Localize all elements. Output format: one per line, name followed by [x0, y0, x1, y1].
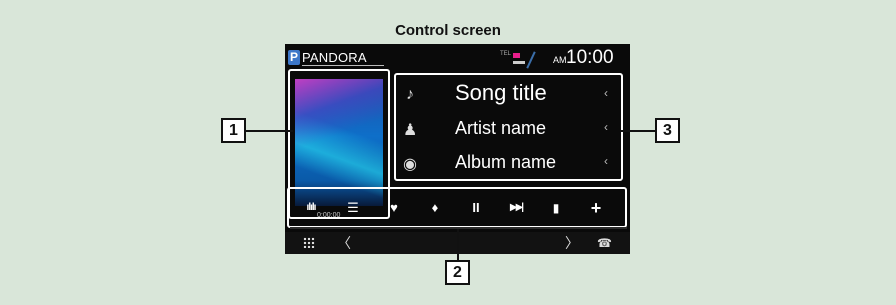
chevron-left-icon: ‹ [604, 86, 608, 100]
artist-name: Artist name [455, 118, 547, 138]
skip-forward-button[interactable]: ▶▶| [496, 195, 536, 221]
pause-button[interactable]: II [456, 195, 496, 221]
control-screen: P PANDORA TEL AM 10:00 0:00:00 ♪ Song ti… [285, 44, 630, 254]
add-button[interactable]: + [576, 195, 616, 221]
list-button[interactable]: ☰ [333, 195, 373, 221]
callout-2: 2 [445, 260, 470, 285]
chevron-right-icon[interactable]: 〉 [565, 233, 579, 253]
source-underline [302, 65, 384, 66]
song-title-row[interactable]: ♪ Song title ‹ [395, 80, 620, 113]
divider-slash [526, 51, 536, 69]
phone-icon[interactable]: ☎ [597, 233, 612, 253]
callout-2-leader [457, 229, 459, 260]
song-title: Song title [455, 80, 547, 105]
chevron-left-icon: ‹ [604, 154, 608, 168]
clock-ampm: AM [553, 55, 567, 65]
album-disc-icon: ◉ [403, 156, 417, 173]
artist-name-row[interactable]: ♟ Artist name ‹ [395, 114, 620, 147]
pandora-logo-icon: P [288, 50, 300, 65]
callout-1: 1 [221, 118, 246, 143]
equalizer-button[interactable]: ılılı [291, 195, 331, 221]
clock: 10:00 [566, 47, 614, 68]
callout-1-leader [245, 130, 293, 132]
album-name-row[interactable]: ◉ Album name ‹ [395, 148, 620, 181]
callout-3-leader [620, 130, 656, 132]
music-note-icon: ♪ [406, 86, 414, 103]
chevron-left-icon: ‹ [604, 120, 608, 134]
thumbs-up-button[interactable]: ♦ [415, 195, 455, 221]
bookmark-button[interactable]: ▮ [536, 195, 576, 221]
tel-status-icon: TEL [500, 51, 512, 57]
battery-icon [513, 61, 525, 64]
chevron-left-icon[interactable]: 〈 [337, 233, 351, 253]
status-icons: TEL [500, 51, 545, 69]
callout-3: 3 [655, 118, 680, 143]
thumbs-down-button[interactable]: ♥ [374, 195, 414, 221]
source-name[interactable]: PANDORA [302, 50, 367, 65]
figure-caption: Control screen [395, 22, 501, 39]
signal-icon [513, 53, 520, 58]
album-name: Album name [455, 152, 557, 172]
artist-icon: ♟ [403, 122, 418, 139]
menu-grid-icon[interactable] [303, 237, 315, 248]
